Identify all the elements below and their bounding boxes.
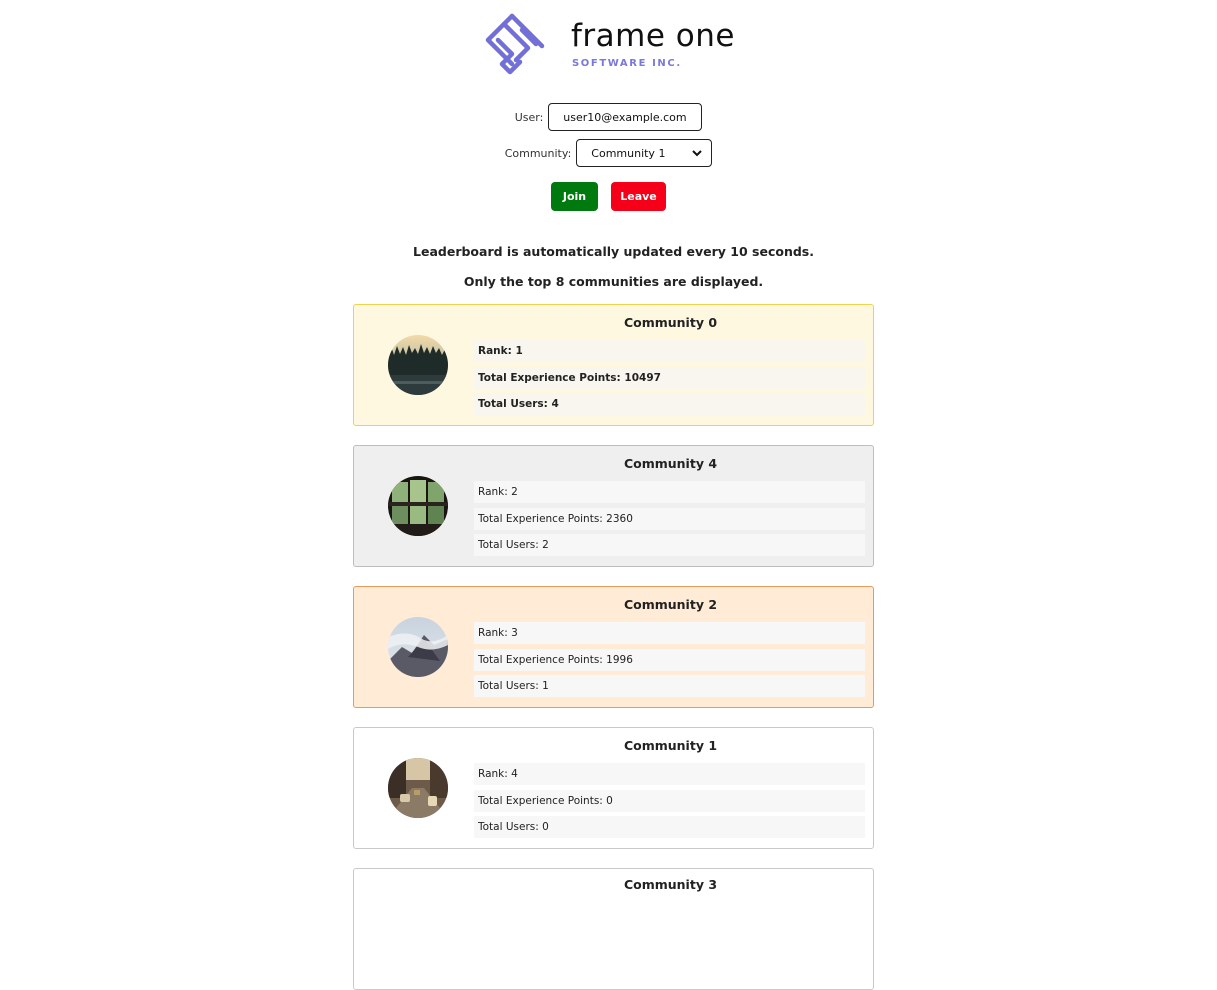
community-name: Community 4 — [623, 456, 718, 471]
experience-points-stat: Total Experience Points: 2360 — [474, 508, 865, 530]
community-label: Community: — [504, 146, 572, 160]
chevron-down-icon — [692, 150, 702, 157]
community-select[interactable]: Community 1 — [576, 139, 713, 167]
top-limit-notice: Only the top 8 communities are displayed… — [463, 274, 764, 289]
total-users-stat: Total Users: 4 — [474, 393, 865, 415]
experience-points-stat: Total Experience Points: 0 — [474, 790, 865, 812]
frame-one-logo-icon — [485, 13, 545, 75]
join-button[interactable]: Join — [551, 182, 598, 211]
experience-points-stat: Total Experience Points: 10497 — [474, 367, 865, 389]
total-users-stat: Total Users: 1 — [474, 675, 865, 697]
rank-stat: Rank: 2 — [474, 481, 865, 503]
total-users-stat: Total Users: 2 — [474, 534, 865, 556]
user-select[interactable]: user10@example.com — [548, 103, 703, 131]
update-notice: Leaderboard is automatically updated eve… — [413, 244, 814, 259]
user-row: User: user10@example.com — [0, 103, 1217, 131]
brand-name: frame one — [571, 18, 735, 54]
frame-one-logo: frame one SOFTWARE INC. — [482, 10, 752, 76]
brand-tagline: SOFTWARE INC. — [572, 58, 682, 69]
rank-stat: Rank: 3 — [474, 622, 865, 644]
leaderboard-card: Community 4 Rank: 2 Total Experience Poi… — [353, 445, 874, 567]
rank-stat: Rank: 4 — [474, 763, 865, 785]
leave-button[interactable]: Leave — [611, 182, 666, 211]
community-name: Community 2 — [623, 597, 718, 612]
window-greenery-image — [388, 476, 448, 536]
rank-stat: Rank: 1 — [474, 340, 865, 362]
community-name: Community 1 — [623, 738, 718, 753]
experience-points-stat: Total Experience Points: 1996 — [474, 649, 865, 671]
community-select-value: Community 1 — [591, 146, 666, 160]
user-label: User: — [514, 110, 544, 124]
community-row: Community: Community 1 — [0, 139, 1217, 167]
total-users-stat: Total Users: 0 — [474, 816, 865, 838]
community-name: Community 0 — [623, 315, 718, 330]
leaderboard-card: Community 0 Rank: 1 Total Experience Poi… — [353, 304, 874, 426]
community-name: Community 3 — [623, 877, 718, 892]
leaderboard-card: Community 2 Rank: 3 Total Experience Poi… — [353, 586, 874, 708]
user-select-value: user10@example.com — [563, 110, 687, 124]
leaderboard-card: Community 3 — [353, 868, 874, 990]
action-buttons: Join Leave — [0, 182, 1217, 211]
city-street-image — [388, 758, 448, 818]
forest-treeline-image — [388, 335, 448, 395]
misty-mountain-image — [388, 617, 448, 677]
leaderboard-card: Community 1 Rank: 4 Total Experience Poi… — [353, 727, 874, 849]
